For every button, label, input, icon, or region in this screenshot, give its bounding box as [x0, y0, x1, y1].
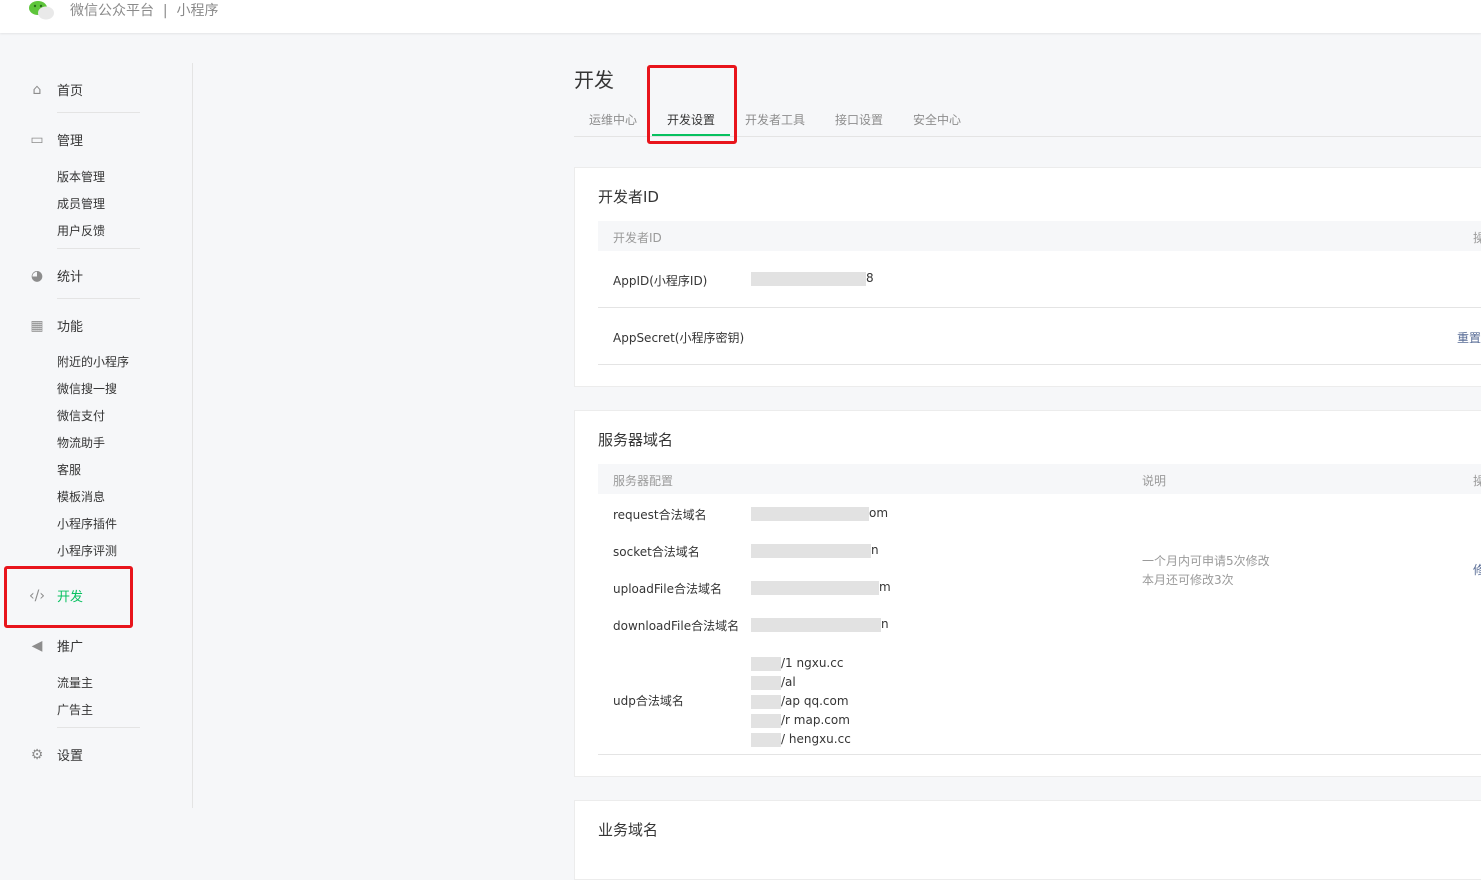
socket-domain-label: socket合法域名 [613, 545, 700, 559]
sidebar-item-members[interactable]: 成员管理 [57, 195, 105, 212]
divider [57, 112, 140, 113]
sidebar-item-manage[interactable]: ▭ 管理 [28, 130, 83, 150]
divider [598, 364, 1481, 365]
highlight-box [4, 566, 133, 628]
page-title: 开发 [574, 68, 614, 92]
udp-domain-label: udp合法域名 [613, 694, 684, 708]
sidebar-item-home[interactable]: ⌂ 首页 [28, 80, 83, 100]
divider [57, 248, 140, 249]
sidebar-item-traffic[interactable]: 流量主 [57, 674, 93, 691]
tab-security[interactable]: 安全中心 [913, 111, 961, 128]
modify-link[interactable]: 修 [1473, 561, 1481, 578]
divider [57, 727, 140, 728]
appsecret-label: AppSecret(小程序密钥) [613, 331, 745, 345]
sidebar-item-plugins[interactable]: 小程序插件 [57, 515, 117, 532]
sidebar-item-versions[interactable]: 版本管理 [57, 168, 105, 185]
upload-domain-label: uploadFile合法域名 [613, 582, 722, 596]
top-header: 微信公众平台 | 小程序 [0, 0, 1481, 33]
remaining-note: 本月还可修改3次 [1142, 573, 1234, 587]
tab-ops[interactable]: 运维中心 [589, 111, 637, 128]
sidebar-item-feedback[interactable]: 用户反馈 [57, 222, 105, 239]
grid-icon: ▦ [30, 317, 44, 334]
wechat-logo-icon [29, 1, 54, 20]
divider [598, 754, 1481, 755]
home-icon: ⌂ [32, 81, 42, 98]
highlight-box [647, 65, 737, 144]
tab-dev-tools[interactable]: 开发者工具 [745, 111, 805, 128]
card-title: 开发者ID [598, 188, 659, 206]
sidebar-item-template[interactable]: 模板消息 [57, 488, 105, 505]
brand-title[interactable]: 微信公众平台 | 小程序 [70, 0, 219, 20]
request-domain-label: request合法域名 [613, 508, 707, 522]
quota-note: 一个月内可申请5次修改 [1142, 554, 1270, 568]
udp-domain-values: /1 ngxu.cc /al /ap qq.com /r map.com / h… [751, 654, 851, 749]
sidebar-item-review[interactable]: 小程序评测 [57, 542, 117, 559]
divider [57, 298, 140, 299]
upload-domain-value: m [751, 580, 891, 595]
sidebar-item-nearby[interactable]: 附近的小程序 [57, 353, 129, 370]
sidebar-item-advertiser[interactable]: 广告主 [57, 701, 93, 718]
sidebar-item-service[interactable]: 客服 [57, 461, 81, 478]
appid-value: 8 [751, 271, 874, 286]
socket-domain-value: n [751, 543, 879, 558]
tab-api-settings[interactable]: 接口设置 [835, 111, 883, 128]
sidebar-item-features[interactable]: ▦ 功能 [28, 316, 83, 336]
developer-id-card: 开发者ID 开发者ID 操 AppID(小程序ID) 8 AppSecret(小程… [574, 167, 1481, 387]
divider [598, 307, 1481, 308]
sidebar-item-logistics[interactable]: 物流助手 [57, 434, 105, 451]
sidebar-item-settings[interactable]: ⚙ 设置 [28, 745, 83, 765]
card-title: 业务域名 [598, 821, 659, 839]
sidebar-item-search[interactable]: 微信搜一搜 [57, 380, 117, 397]
reset-link[interactable]: 重置 [1457, 329, 1481, 346]
request-domain-value: om [751, 506, 888, 521]
gear-icon: ⚙ [30, 746, 44, 763]
sidebar-item-promo[interactable]: ◀ 推广 [28, 636, 83, 656]
table-header: 服务器配置 说明操 [598, 464, 1481, 494]
appid-label: AppID(小程序ID) [613, 274, 708, 288]
pie-chart-icon: ◕ [30, 267, 44, 284]
inbox-icon: ▭ [30, 131, 44, 148]
card-title: 服务器域名 [598, 431, 674, 449]
download-domain-label: downloadFile合法域名 [613, 619, 740, 633]
sidebar-item-stats[interactable]: ◕ 统计 [28, 266, 83, 286]
download-domain-value: n [751, 617, 889, 632]
sidebar-item-pay[interactable]: 微信支付 [57, 407, 105, 424]
megaphone-icon: ◀ [31, 637, 43, 654]
server-domain-card: 服务器域名 服务器配置 说明操 request合法域名 om socket合法域名… [574, 410, 1481, 777]
business-domain-card: 业务域名 [574, 800, 1481, 880]
table-header: 开发者ID 操 [598, 221, 1481, 251]
